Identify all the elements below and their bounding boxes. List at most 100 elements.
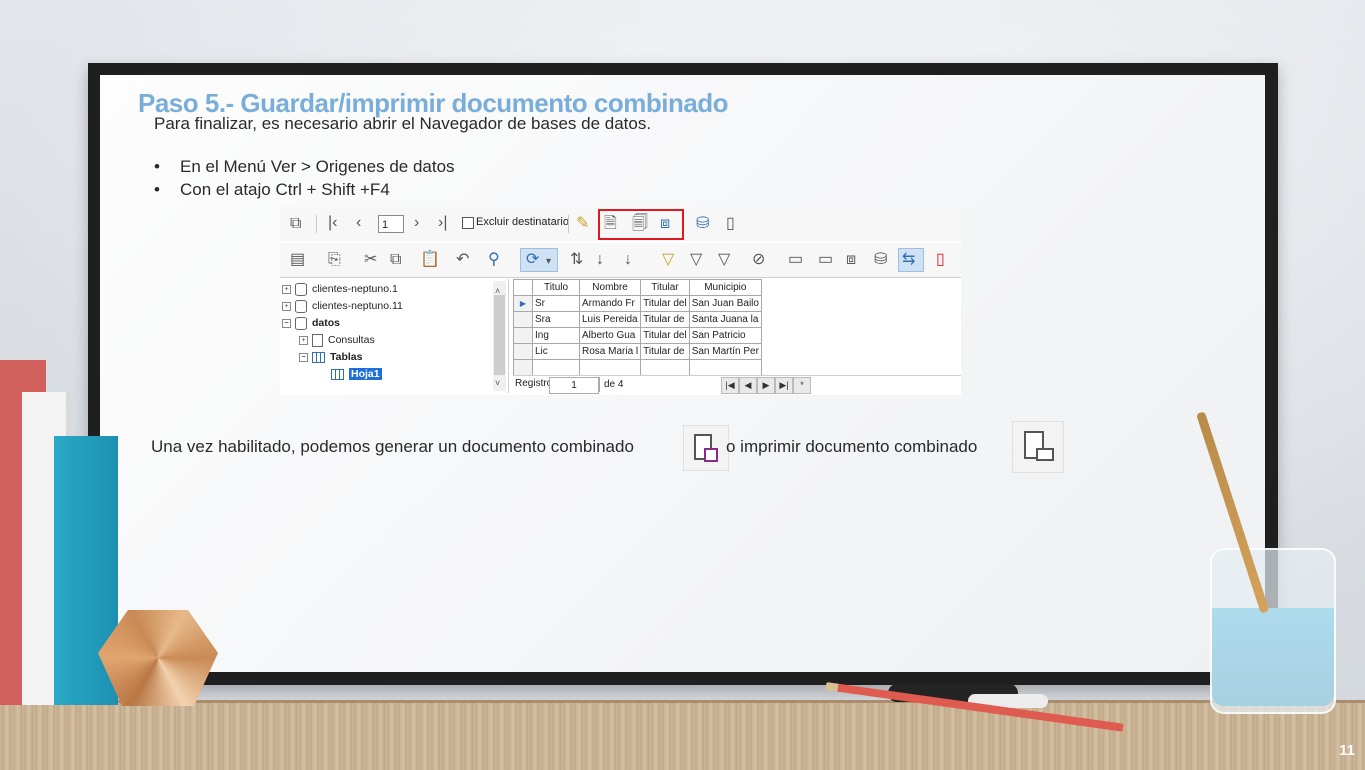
first-record-icon[interactable]: |‹ bbox=[328, 213, 337, 233]
table-cell[interactable] bbox=[532, 359, 580, 376]
row-header[interactable] bbox=[513, 359, 533, 376]
table-icon bbox=[331, 368, 344, 380]
bullet-item: En el Menú Ver > Origenes de datos bbox=[154, 157, 455, 180]
autofilter-icon[interactable]: ▽ bbox=[662, 250, 674, 270]
bottom-text-print: o imprimir documento combinado bbox=[726, 437, 978, 456]
next-record-icon[interactable]: › bbox=[414, 213, 419, 233]
table-cell[interactable] bbox=[640, 359, 690, 376]
record-number-input[interactable]: 1 bbox=[378, 215, 404, 233]
table-cell[interactable]: Titular del bbox=[640, 327, 690, 344]
row-header[interactable] bbox=[513, 343, 533, 360]
collapse-icon[interactable]: − bbox=[282, 318, 291, 328]
remove-filter-icon[interactable]: ⊘ bbox=[752, 250, 765, 270]
collapse-icon[interactable]: − bbox=[299, 352, 308, 362]
tree-item[interactable]: + clientes-neptuno.11 bbox=[282, 299, 403, 314]
tree-item[interactable]: + clientes-neptuno.1 bbox=[282, 282, 398, 297]
save-merged-document-icon[interactable]: 🗎 bbox=[604, 214, 617, 234]
standard-filter-icon[interactable]: ▽ bbox=[690, 250, 702, 270]
table-cell[interactable]: Titular de bbox=[640, 343, 690, 360]
edit-document-icon[interactable]: ⧉ bbox=[290, 214, 301, 234]
tree-scrollbar-thumb[interactable] bbox=[494, 295, 505, 375]
column-header[interactable]: Nombre bbox=[578, 279, 642, 296]
row-header[interactable] bbox=[513, 327, 533, 344]
bottom-text-generate: Una vez habilitado, podemos generar un d… bbox=[151, 437, 634, 456]
scroll-up-icon[interactable]: ˄ bbox=[495, 281, 500, 301]
send-email-icon[interactable]: ⧈ bbox=[660, 214, 670, 234]
blank-page-icon[interactable]: ▯ bbox=[726, 214, 735, 234]
next-record-icon[interactable]: ▶ bbox=[757, 377, 775, 394]
table-cell[interactable]: Santa Juana la bbox=[688, 311, 762, 328]
sort-ascending-icon[interactable]: ↓ bbox=[596, 250, 604, 270]
expand-icon[interactable]: + bbox=[282, 301, 291, 311]
print-merged-document-icon[interactable]: 🗐 bbox=[632, 214, 648, 234]
column-header[interactable]: Titular bbox=[640, 279, 690, 296]
table-cell[interactable]: Lic bbox=[532, 343, 580, 360]
table-row[interactable]: Sra Luis Pereida Titular de Santa Juana … bbox=[513, 311, 762, 328]
table-cell[interactable]: San Juan Bailo bbox=[688, 295, 762, 312]
table-cell[interactable] bbox=[578, 359, 642, 376]
row-header[interactable] bbox=[513, 311, 533, 328]
record-number-field[interactable]: 1 bbox=[549, 377, 599, 394]
data-grid: Titulo Nombre Titular Municipio ▶ Sr Arm… bbox=[513, 279, 762, 376]
glass-jar bbox=[1210, 548, 1336, 714]
data-sources-icon[interactable]: ⛁ bbox=[696, 214, 709, 234]
mail-merge-icon[interactable]: ⧈ bbox=[846, 250, 856, 270]
table-cell[interactable]: Luis Pereida bbox=[578, 311, 642, 328]
table-cell[interactable]: Sr bbox=[532, 295, 580, 312]
table-row-empty[interactable] bbox=[513, 359, 762, 376]
save-icon[interactable]: ▤ bbox=[290, 250, 305, 270]
table-cell[interactable]: San Patricio bbox=[688, 327, 762, 344]
new-record-icon[interactable]: * bbox=[793, 377, 811, 394]
table-cell[interactable]: Titular de bbox=[640, 311, 690, 328]
table-cell[interactable]: Sra bbox=[532, 311, 580, 328]
first-record-icon[interactable]: |◀ bbox=[721, 377, 739, 394]
tree-item[interactable]: − datos bbox=[282, 316, 340, 331]
table-cell[interactable]: Titular del bbox=[640, 295, 690, 312]
tree-item[interactable]: − Tablas bbox=[299, 350, 362, 365]
data-source-doc-icon[interactable]: ⛁ bbox=[874, 250, 887, 270]
cut-icon[interactable]: ✂ bbox=[364, 250, 377, 270]
expand-icon[interactable]: + bbox=[282, 284, 291, 294]
edit-icon[interactable]: ⎘ bbox=[328, 250, 341, 270]
table-row[interactable]: Lic Rosa Maria l Titular de San Martín P… bbox=[513, 343, 762, 360]
data-to-fields-icon[interactable]: ▭ bbox=[818, 250, 833, 270]
close-source-icon[interactable]: ▯ bbox=[936, 250, 945, 270]
printer-badge bbox=[1036, 448, 1054, 461]
undo-icon[interactable]: ↶ bbox=[456, 250, 469, 270]
column-header[interactable]: Titulo bbox=[532, 279, 580, 296]
chevron-down-icon[interactable]: ▾ bbox=[546, 252, 551, 272]
separator bbox=[316, 215, 317, 233]
previous-record-icon[interactable]: ‹ bbox=[356, 213, 361, 233]
edit-individual-icon[interactable]: ✎ bbox=[576, 214, 589, 234]
tree-item[interactable]: + Consultas bbox=[299, 333, 375, 348]
paste-icon[interactable]: 📋 bbox=[420, 250, 440, 270]
last-record-icon[interactable]: ›| bbox=[438, 213, 447, 233]
previous-record-icon[interactable]: ◀ bbox=[739, 377, 757, 394]
exclude-recipient-checkbox[interactable] bbox=[462, 217, 474, 229]
copy-icon[interactable]: ⧉ bbox=[390, 250, 401, 270]
table-row[interactable]: Ing Alberto Gua Titular del San Patricio bbox=[513, 327, 762, 344]
tree-item-selected[interactable]: Hoja1 bbox=[331, 367, 382, 382]
save-badge bbox=[704, 448, 718, 462]
current-row-indicator-icon[interactable]: ▶ bbox=[513, 295, 533, 312]
exclude-recipient-label: Excluir destinatario bbox=[476, 216, 569, 228]
sort-descending-icon[interactable]: ↓ bbox=[624, 250, 632, 270]
find-icon[interactable]: ⚲ bbox=[488, 250, 500, 270]
apply-filter-icon[interactable]: ▽ bbox=[718, 250, 730, 270]
table-cell[interactable]: Rosa Maria l bbox=[578, 343, 642, 360]
table-cell[interactable] bbox=[688, 359, 762, 376]
record-navigation-bar: Registro 1 de 4 |◀ ◀ ▶ ▶| * bbox=[513, 375, 961, 394]
expand-icon[interactable]: + bbox=[299, 335, 308, 345]
column-header[interactable]: Municipio bbox=[688, 279, 762, 296]
scroll-down-icon[interactable]: ˅ bbox=[495, 373, 500, 393]
sort-icon[interactable]: ⇅ bbox=[570, 250, 583, 270]
table-cell[interactable]: Ing bbox=[532, 327, 580, 344]
table-row[interactable]: ▶ Sr Armando Fr Titular del San Juan Bai… bbox=[513, 295, 762, 312]
last-record-icon[interactable]: ▶| bbox=[775, 377, 793, 394]
table-cell[interactable]: San Martín Per bbox=[688, 343, 762, 360]
data-to-text-icon[interactable]: ▭ bbox=[788, 250, 803, 270]
table-cell[interactable]: Alberto Gua bbox=[578, 327, 642, 344]
table-cell[interactable]: Armando Fr bbox=[578, 295, 642, 312]
database-icon bbox=[295, 316, 307, 330]
refresh-icon: ⟳ bbox=[526, 251, 540, 268]
